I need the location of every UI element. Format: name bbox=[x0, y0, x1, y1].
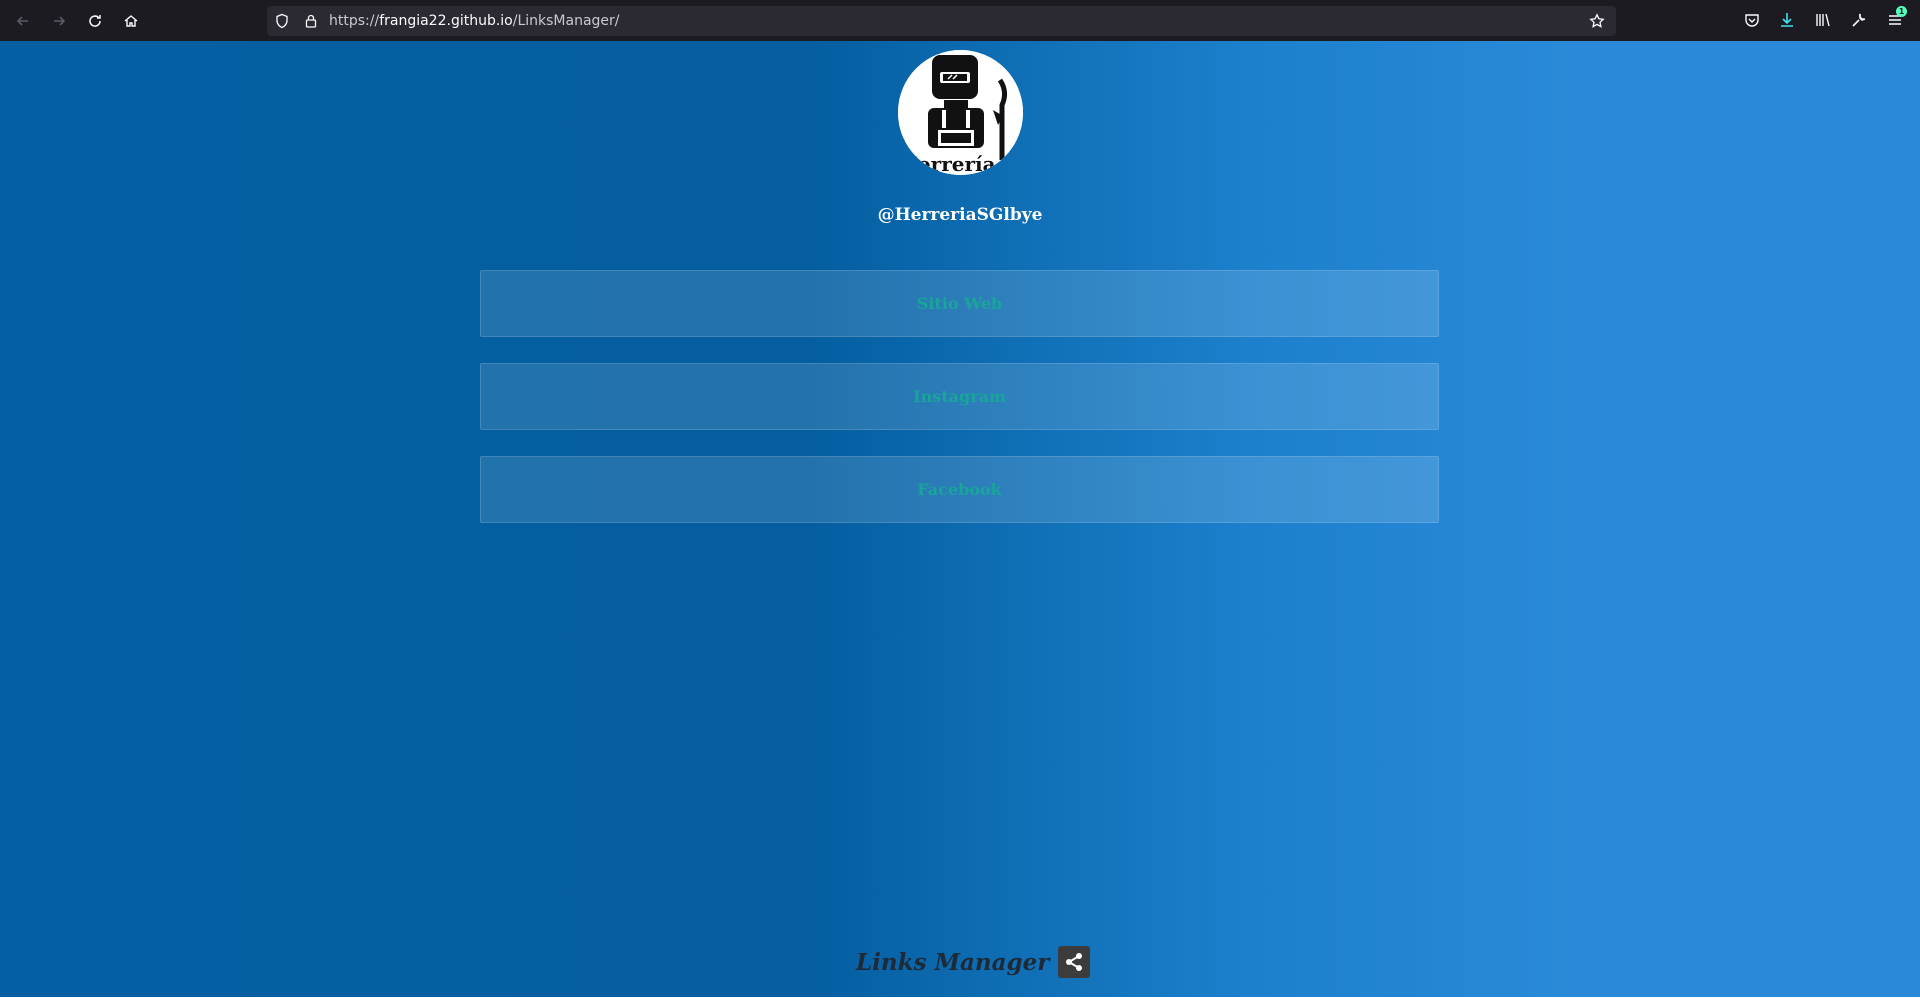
library-icon bbox=[1816, 13, 1830, 27]
forward-button[interactable] bbox=[46, 8, 72, 34]
link-button-sitio-web[interactable]: Sitio Web bbox=[480, 270, 1439, 337]
welder-logo-icon: Herrería S bbox=[898, 50, 1023, 175]
shield-icon[interactable] bbox=[274, 13, 290, 29]
url-text[interactable]: https://frangia22.github.io/LinksManager… bbox=[329, 6, 620, 36]
url-scheme: https:// bbox=[329, 13, 380, 29]
back-button[interactable] bbox=[10, 8, 36, 34]
link-button-facebook[interactable]: Facebook bbox=[480, 456, 1439, 523]
forward-arrow-icon bbox=[54, 16, 66, 26]
page-content: Herrería S @HerreriaSGlbye Sitio Web Ins… bbox=[0, 41, 1920, 998]
link-label: Sitio Web bbox=[916, 294, 1003, 313]
footer: Links Manager bbox=[856, 946, 1091, 978]
bookmark-star-icon[interactable] bbox=[1589, 13, 1605, 29]
reload-button[interactable] bbox=[82, 8, 108, 34]
link-label: Facebook bbox=[917, 480, 1002, 499]
back-arrow-icon bbox=[16, 16, 28, 26]
download-icon bbox=[1781, 13, 1793, 27]
downloads-button[interactable] bbox=[1778, 11, 1798, 31]
share-icon bbox=[1066, 953, 1083, 971]
lock-icon[interactable] bbox=[303, 13, 319, 29]
profile-handle: @HerreriaSGlbye bbox=[877, 205, 1043, 225]
reload-icon bbox=[89, 15, 101, 27]
wrench-icon bbox=[1852, 13, 1866, 27]
link-label: Instagram bbox=[913, 387, 1006, 406]
footer-title: Links Manager bbox=[856, 948, 1050, 976]
home-button[interactable] bbox=[118, 8, 144, 34]
profile-avatar: Herrería S bbox=[898, 50, 1023, 175]
notification-badge: 1 bbox=[1896, 6, 1907, 17]
link-button-instagram[interactable]: Instagram bbox=[480, 363, 1439, 430]
address-bar[interactable]: https://frangia22.github.io/LinksManager… bbox=[267, 6, 1616, 36]
avatar-caption: Herrería S bbox=[899, 152, 1017, 175]
tools-button[interactable] bbox=[1850, 11, 1870, 31]
pocket-icon bbox=[1745, 14, 1759, 27]
url-path: /LinksManager/ bbox=[512, 13, 620, 29]
share-button[interactable] bbox=[1058, 946, 1091, 978]
browser-toolbar: https://frangia22.github.io/LinksManager… bbox=[0, 0, 1920, 41]
library-button[interactable] bbox=[1814, 11, 1834, 31]
url-host: frangia22.github.io bbox=[379, 13, 513, 29]
home-icon bbox=[124, 15, 138, 27]
pocket-button[interactable] bbox=[1743, 11, 1763, 31]
